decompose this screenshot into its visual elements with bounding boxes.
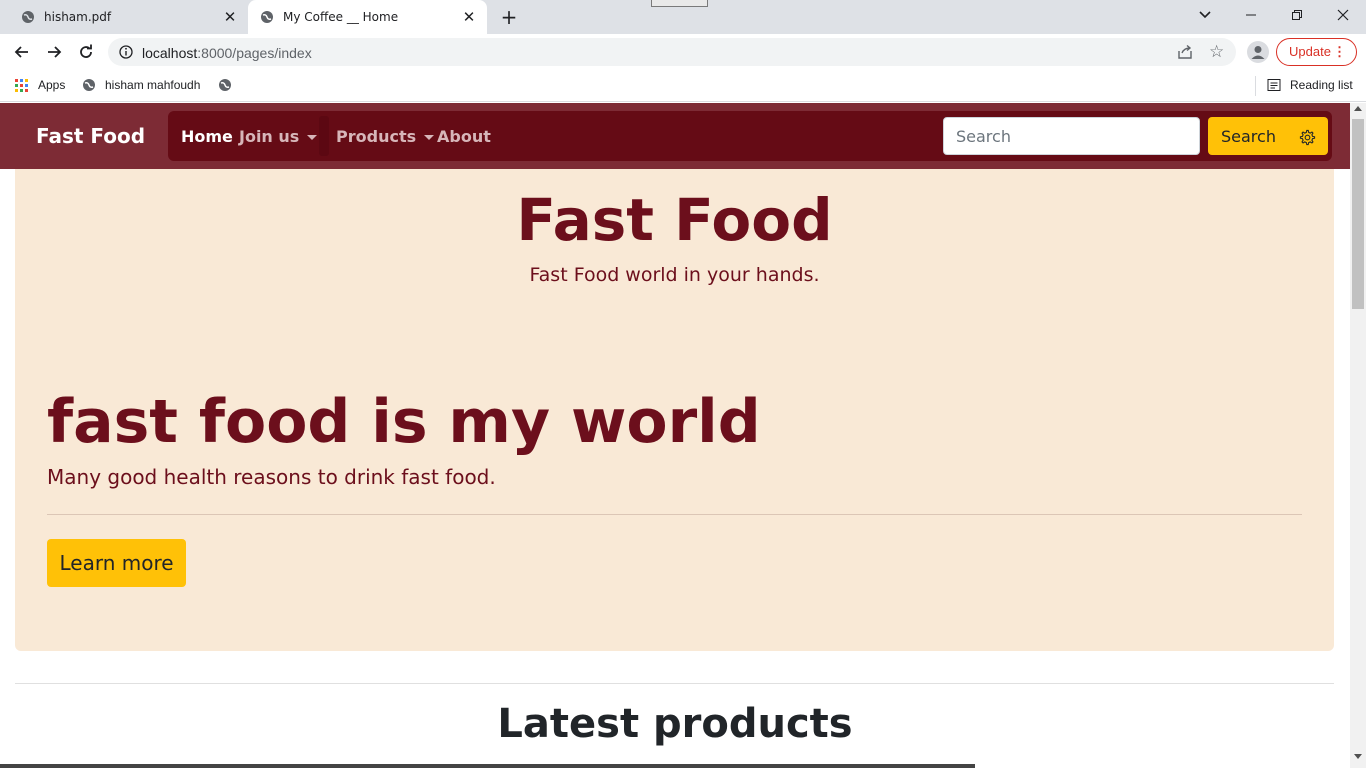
restore-button[interactable]: [1274, 0, 1320, 30]
update-label: Update: [1289, 44, 1331, 59]
chevron-down-icon[interactable]: [1196, 6, 1214, 24]
nav-link-label: Products: [336, 127, 417, 146]
hero-subtitle: Fast Food world in your hands.: [529, 264, 820, 286]
latest-products-heading: Latest products: [497, 701, 853, 747]
window-drag-handle[interactable]: [651, 0, 708, 7]
bookmark-apps[interactable]: Apps: [15, 78, 65, 92]
profile-avatar[interactable]: [1247, 41, 1269, 63]
share-icon[interactable]: [1177, 44, 1193, 60]
bookmark-untitled[interactable]: [218, 78, 241, 92]
hero-title: Fast Food: [516, 186, 833, 254]
address-url[interactable]: localhost:8000/pages/index: [142, 45, 312, 61]
globe-icon: [261, 11, 273, 23]
bookmarks-bar: Apps hisham mahfoudh Reading list: [0, 70, 1366, 102]
restore-icon: [1292, 10, 1302, 20]
nav-dropdown-products[interactable]: Products: [336, 127, 435, 146]
url-path: :8000/pages/index: [197, 45, 312, 61]
reload-icon[interactable]: [76, 42, 96, 62]
scroll-up-arrow-icon[interactable]: [1354, 106, 1362, 111]
more-icon: ⋮: [1333, 44, 1346, 59]
forward-arrow-icon[interactable]: [44, 42, 64, 62]
divider: [15, 683, 1334, 684]
divider: [47, 514, 1302, 515]
nav-link-about[interactable]: About: [437, 127, 491, 146]
tab-title: My Coffee __ Home: [283, 10, 399, 24]
globe-icon: [22, 11, 34, 23]
nav-dropdown-join-us[interactable]: Join us: [239, 127, 318, 146]
jumbotron-heading: fast food is my world: [47, 387, 761, 457]
new-tab-button[interactable]: +: [497, 6, 521, 28]
gear-icon[interactable]: [1299, 129, 1316, 146]
navbar-brand[interactable]: Fast Food: [36, 124, 145, 148]
reading-list-button[interactable]: Reading list: [1267, 78, 1353, 92]
reading-list-icon: [1267, 79, 1281, 91]
info-icon[interactable]: [119, 45, 133, 59]
bookmark-label: hisham mahfoudh: [105, 78, 201, 92]
tab-title: hisham.pdf: [44, 10, 112, 24]
close-window-button[interactable]: [1320, 0, 1366, 30]
caret-down-icon: [307, 135, 318, 140]
nav-link-label: Join us: [239, 127, 300, 146]
globe-icon: [83, 79, 95, 91]
scroll-down-arrow-icon[interactable]: [1354, 754, 1362, 759]
apps-grid-icon: [15, 78, 28, 92]
jumbotron-text: Many good health reasons to drink fast f…: [47, 465, 496, 489]
minimize-button[interactable]: [1228, 0, 1274, 30]
page-viewport: Fast Food Home Join us Products About Se…: [0, 103, 1350, 768]
bookmark-label: Apps: [38, 78, 66, 92]
site-navbar: Fast Food Home Join us Products About Se…: [0, 103, 1350, 169]
update-button[interactable]: Update ⋮: [1276, 38, 1357, 66]
hero-section: Fast Food Fast Food world in your hands.…: [15, 169, 1334, 651]
caret-down-icon: [424, 135, 435, 140]
close-icon[interactable]: ✕: [222, 9, 238, 25]
close-icon: [1337, 9, 1349, 21]
tab-my-coffee-home[interactable]: My Coffee __ Home ✕: [248, 0, 487, 34]
search-input[interactable]: [943, 117, 1200, 155]
back-arrow-icon[interactable]: [12, 42, 32, 62]
tab-strip: hisham.pdf ✕ My Coffee __ Home ✕ +: [0, 0, 1366, 34]
bookmarks-separator: [1255, 76, 1256, 96]
taskbar-edge: [0, 764, 975, 768]
star-icon[interactable]: ☆: [1209, 43, 1224, 61]
dropdown-toggle-highlight: [319, 116, 329, 156]
close-icon[interactable]: ✕: [461, 9, 477, 25]
tab-hisham-pdf[interactable]: hisham.pdf ✕: [8, 0, 248, 34]
nav-link-home[interactable]: Home: [181, 127, 233, 146]
bookmark-hisham-mahfoudh[interactable]: hisham mahfoudh: [82, 78, 200, 92]
reading-list-label: Reading list: [1290, 78, 1353, 92]
person-icon: [1251, 46, 1265, 59]
url-host: localhost: [142, 45, 198, 61]
learn-more-button[interactable]: Learn more: [47, 539, 186, 587]
minimize-icon: [1246, 14, 1256, 16]
scrollbar-thumb[interactable]: [1352, 119, 1364, 309]
globe-icon: [219, 79, 231, 91]
